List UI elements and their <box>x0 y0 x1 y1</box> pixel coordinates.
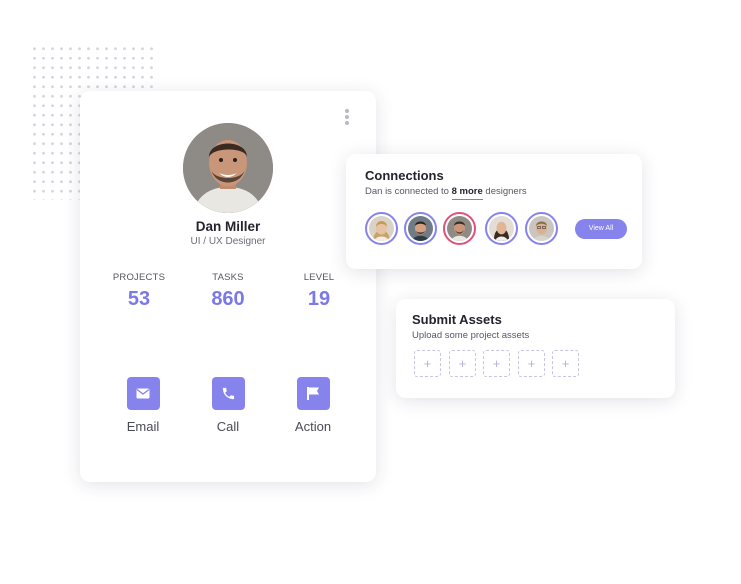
stat-value: 860 <box>211 288 245 310</box>
profile-role: UI / UX Designer <box>190 236 266 247</box>
stat-value: 19 <box>307 288 331 310</box>
email-button[interactable]: Email <box>108 377 178 434</box>
connection-avatar[interactable] <box>365 212 398 245</box>
call-button[interactable]: Call <box>193 377 263 434</box>
stat-tasks: TASKS 860 <box>183 272 273 311</box>
upload-slot[interactable]: + <box>518 350 545 377</box>
more-connections-link[interactable]: 8 more <box>451 186 483 200</box>
upload-slot[interactable]: + <box>449 350 476 377</box>
stat-label: PROJECTS <box>112 272 166 283</box>
stat-value: 53 <box>127 288 151 310</box>
envelope-icon <box>126 377 160 410</box>
action-label: Action <box>294 419 332 434</box>
connection-avatar[interactable] <box>404 212 437 245</box>
flag-icon <box>296 377 330 410</box>
more-options-icon[interactable] <box>344 109 350 125</box>
connections-subtitle-suffix: designers <box>485 186 527 197</box>
connection-avatar[interactable] <box>485 212 518 245</box>
profile-avatar <box>183 123 273 213</box>
stat-level: LEVEL 19 <box>274 272 364 311</box>
call-label: Call <box>216 419 240 434</box>
upload-slot[interactable]: + <box>552 350 579 377</box>
connections-title: Connections <box>365 168 444 183</box>
connections-card: Connections Dan is connected to 8 more d… <box>346 154 642 269</box>
action-button[interactable]: Action <box>278 377 348 434</box>
view-all-button[interactable]: View All <box>575 219 627 239</box>
profile-name: Dan Miller <box>195 219 261 234</box>
connections-subtitle-prefix: Dan is connected to <box>365 186 449 197</box>
phone-icon <box>211 377 245 410</box>
connection-avatar[interactable] <box>443 212 476 245</box>
profile-card: Dan Miller UI / UX Designer PROJECTS 53 … <box>80 91 376 482</box>
upload-slot[interactable]: + <box>414 350 441 377</box>
email-label: Email <box>126 419 160 434</box>
submit-assets-card: Submit Assets Upload some project assets… <box>396 299 675 398</box>
connections-subtitle: Dan is connected to 8 more designers <box>365 186 527 200</box>
stat-projects: PROJECTS 53 <box>94 272 184 311</box>
connection-avatar[interactable] <box>525 212 558 245</box>
upload-slot[interactable]: + <box>483 350 510 377</box>
stat-label: LEVEL <box>303 272 335 283</box>
assets-subtitle: Upload some project assets <box>412 330 530 341</box>
stat-label: TASKS <box>212 272 244 283</box>
assets-title: Submit Assets <box>412 312 502 327</box>
